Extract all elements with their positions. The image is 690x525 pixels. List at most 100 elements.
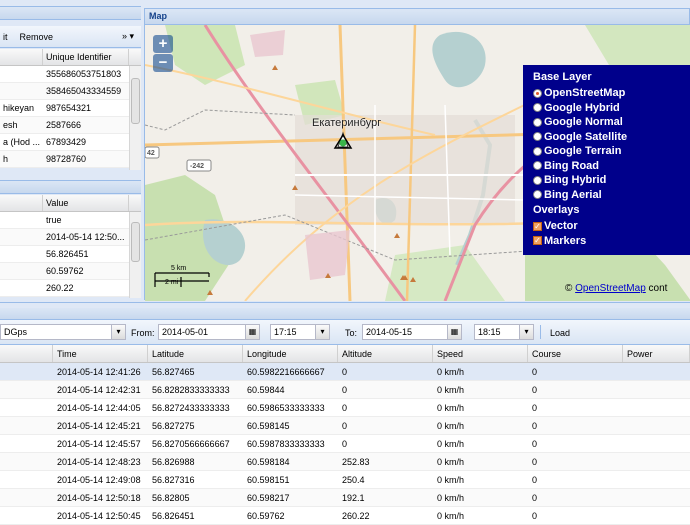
device-select[interactable]: DGps (0, 324, 112, 340)
latitude-cell: 56.826451 (152, 511, 195, 521)
radio-icon[interactable] (533, 88, 542, 98)
table-row[interactable]: a (Hod ... 67893429 (0, 134, 129, 151)
zoom-out-button[interactable]: − (153, 54, 173, 72)
base-layer-option[interactable]: OpenStreetMap (533, 86, 690, 101)
column-value[interactable]: Value (43, 195, 129, 211)
state-attr-cell (0, 212, 43, 228)
from-date-field[interactable]: 2014-05-01 (158, 324, 246, 340)
table-row[interactable]: 2014-05-14 12:45:57 56.8270566666667 60.59… (0, 435, 690, 453)
course-cell: 0 (532, 457, 538, 467)
table-row[interactable]: 2014-05-14 12:50:18 56.82805 60.598217 192.… (0, 489, 690, 507)
table-row[interactable]: 358465043334559 (0, 83, 129, 100)
column-attribute[interactable] (0, 195, 43, 211)
overlay-label[interactable]: Vector (544, 220, 578, 232)
base-layer-label[interactable]: Bing Aerial (544, 189, 602, 201)
base-layer-option[interactable]: Google Hybrid (533, 101, 690, 116)
table-row[interactable]: 2014-05-14 12:50:45 56.826451 60.59762 260.… (0, 507, 690, 525)
to-time-field[interactable]: 18:15 (474, 324, 520, 340)
radio-icon[interactable] (533, 161, 542, 171)
column-unique-identifier[interactable]: Unique Identifier (43, 49, 129, 65)
column-name[interactable] (0, 49, 43, 65)
base-layer-option[interactable]: Google Satellite (533, 130, 690, 145)
column-course[interactable]: Course (528, 345, 623, 362)
overlay-option[interactable]: ✓ Markers (533, 234, 690, 249)
load-button[interactable]: Load (550, 328, 570, 338)
calendar-icon[interactable]: ▦ (246, 324, 260, 340)
table-row[interactable]: 2014-05-14 12:49:08 56.827316 60.598151 250… (0, 471, 690, 489)
radio-icon[interactable] (533, 175, 542, 185)
device-dropdown-icon[interactable]: ▾ (112, 324, 126, 340)
zoom-in-button[interactable]: + (153, 35, 173, 53)
to-time-dropdown-icon[interactable]: ▾ (520, 324, 534, 340)
checkbox-icon[interactable]: ✓ (533, 221, 542, 231)
overlay-option[interactable]: ✓ Vector (533, 219, 690, 234)
table-row[interactable]: 2014-05-14 12:44:05 56.8272433333333 60.59… (0, 399, 690, 417)
column-speed[interactable]: Speed (433, 345, 528, 362)
longitude-cell: 60.598217 (247, 493, 290, 503)
base-layer-option[interactable]: Google Normal (533, 115, 690, 130)
map-view[interactable]: 42 -242 Екатеринбург + − 5 km 2 mi © Ope… (145, 25, 690, 301)
table-row[interactable]: 2014-05-14 12:48:23 56.826988 60.598184 252… (0, 453, 690, 471)
column-time[interactable]: Time (53, 345, 148, 362)
radio-icon[interactable] (533, 146, 542, 156)
remove-button[interactable]: Remove (17, 32, 57, 42)
column-power[interactable]: Power (623, 345, 690, 362)
to-date-field[interactable]: 2014-05-15 (362, 324, 448, 340)
table-row[interactable]: hikeyan 987654321 (0, 100, 129, 117)
base-layer-option[interactable]: Bing Hybrid (533, 173, 690, 188)
devices-scrollbar[interactable] (129, 66, 141, 170)
state-scrollbar[interactable] (129, 212, 141, 298)
road-shield-left: 42 (147, 150, 155, 157)
device-cell (0, 399, 53, 416)
table-row[interactable]: 260.22 (0, 280, 129, 297)
osm-attribution-link[interactable]: OpenStreetMap (575, 283, 646, 294)
radio-icon[interactable] (533, 103, 542, 113)
radio-icon[interactable] (533, 132, 542, 142)
power-cell (623, 417, 690, 434)
scroll-thumb[interactable] (131, 78, 140, 124)
edit-button[interactable]: it (0, 32, 11, 42)
base-layer-label[interactable]: OpenStreetMap (544, 87, 625, 99)
base-layer-option[interactable]: Bing Road (533, 159, 690, 174)
base-layer-label[interactable]: Google Satellite (544, 131, 627, 143)
base-layer-option[interactable]: Bing Aerial (533, 188, 690, 203)
table-row[interactable]: 60.59762 (0, 263, 129, 280)
map-panel-title: Map (145, 9, 689, 25)
column-device[interactable] (0, 345, 53, 362)
power-cell (623, 453, 690, 470)
calendar-icon[interactable]: ▦ (448, 324, 462, 340)
base-layer-label[interactable]: Google Hybrid (544, 102, 620, 114)
scale-km: 5 km (171, 265, 187, 272)
scale-mi: 2 mi (165, 279, 179, 286)
table-row[interactable]: 2014-05-14 12:42:31 56.8282833333333 60.59… (0, 381, 690, 399)
overlay-label[interactable]: Markers (544, 235, 586, 247)
from-time-field[interactable]: 17:15 (270, 324, 316, 340)
time-cell: 2014-05-14 12:45:21 (57, 421, 141, 431)
table-row[interactable]: 2014-05-14 12:45:21 56.827275 60.598145 0 0 … (0, 417, 690, 435)
base-layer-label[interactable]: Google Terrain (544, 145, 621, 157)
table-row[interactable]: 56.826451 (0, 246, 129, 263)
more-menu-button[interactable]: » ▾ (119, 31, 137, 42)
device-uid-cell: 98728760 (46, 154, 87, 164)
scroll-thumb[interactable] (131, 222, 140, 262)
table-row[interactable]: esh 2587666 (0, 117, 129, 134)
checkbox-icon[interactable]: ✓ (533, 236, 542, 246)
table-row[interactable]: h 98728760 (0, 151, 129, 168)
column-latitude[interactable]: Latitude (148, 345, 243, 362)
base-layer-option[interactable]: Google Terrain (533, 144, 690, 159)
base-layer-label[interactable]: Bing Hybrid (544, 174, 606, 186)
course-cell: 0 (532, 385, 538, 395)
table-row[interactable]: 355686053751803 (0, 66, 129, 83)
table-row[interactable]: 2014-05-14 12:50... (0, 229, 129, 246)
table-row[interactable]: true (0, 212, 129, 229)
from-time-dropdown-icon[interactable]: ▾ (316, 324, 330, 340)
radio-icon[interactable] (533, 117, 542, 127)
column-altitude[interactable]: Altitude (338, 345, 433, 362)
table-row[interactable]: 2014-05-14 12:41:26 56.827465 60.598221666… (0, 363, 690, 381)
base-layer-label[interactable]: Google Normal (544, 116, 623, 128)
radio-icon[interactable] (533, 190, 542, 200)
base-layer-label[interactable]: Bing Road (544, 160, 599, 172)
device-name-cell: h (3, 154, 9, 164)
column-longitude[interactable]: Longitude (243, 345, 338, 362)
time-cell: 2014-05-14 12:41:26 (57, 367, 141, 377)
